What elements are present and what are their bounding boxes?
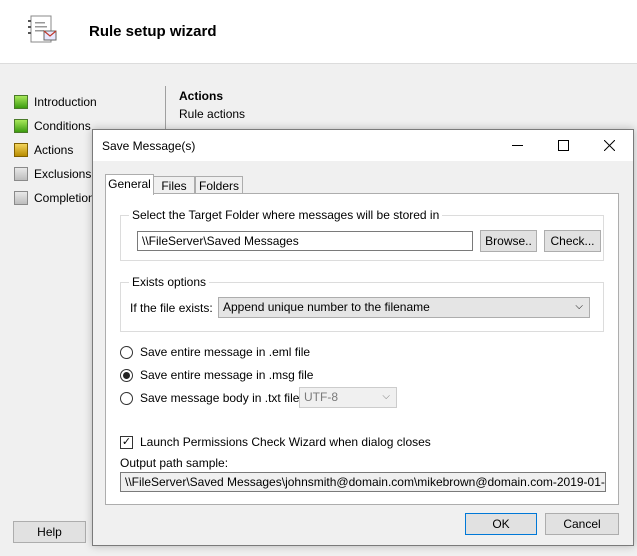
radio-save-txt[interactable]: Save message body in .txt file in xyxy=(120,391,312,405)
output-sample-field[interactable]: \\FileServer\Saved Messages\johnsmith@do… xyxy=(120,472,606,492)
target-folder-input[interactable]: \\FileServer\Saved Messages xyxy=(137,231,473,251)
maximize-icon xyxy=(557,140,569,151)
radio-button[interactable] xyxy=(120,368,133,382)
chevron-down-icon: ⌵ xyxy=(575,301,583,312)
browse-button[interactable]: Browse.. xyxy=(480,230,537,252)
step-label: Exclusions xyxy=(34,167,92,181)
tab-general[interactable]: General xyxy=(105,174,154,195)
tab-folders[interactable]: Folders xyxy=(195,176,243,194)
step-label: Conditions xyxy=(34,119,91,133)
encoding-select[interactable]: UTF-8 ⌵ xyxy=(299,387,397,408)
ok-button[interactable]: OK xyxy=(465,513,537,535)
step-done-icon xyxy=(14,119,28,133)
step-actions: Actions xyxy=(14,138,97,162)
step-exclusions: Exclusions xyxy=(14,162,97,186)
save-messages-dialog: Save Message(s) General Files Folders Se… xyxy=(92,129,634,546)
target-folder-group-label: Select the Target Folder where messages … xyxy=(129,208,443,222)
wizard-title: Rule setup wizard xyxy=(89,23,217,40)
section-title: Actions xyxy=(179,89,224,103)
wizard-header: Rule setup wizard xyxy=(0,0,637,64)
radio-save-msg[interactable]: Save entire message in .msg file xyxy=(120,368,313,382)
wizard-steps: Introduction Conditions Actions Exclusio… xyxy=(14,90,97,210)
radio-label: Save message body in .txt file in xyxy=(140,391,313,405)
exists-options-group: Exists options If the file exists: Appen… xyxy=(120,275,604,332)
radio-label: Save entire message in .eml file xyxy=(140,345,311,359)
cancel-button[interactable]: Cancel xyxy=(545,513,619,535)
output-sample-label: Output path sample: xyxy=(120,456,229,470)
radio-save-eml[interactable]: Save entire message in .eml file xyxy=(120,345,310,359)
wizard-document-icon xyxy=(28,15,57,43)
radio-label: Save entire message in .msg file xyxy=(140,368,314,382)
general-tab-panel: Select the Target Folder where messages … xyxy=(105,193,619,505)
step-label: Introduction xyxy=(34,95,97,109)
exists-label: If the file exists: xyxy=(130,301,213,315)
dialog-title: Save Message(s) xyxy=(102,139,196,153)
tab-files[interactable]: Files xyxy=(153,176,195,194)
exists-option-select[interactable]: Append unique number to the filename ⌵ xyxy=(218,297,590,318)
step-todo-icon xyxy=(14,167,28,181)
encoding-value: UTF-8 xyxy=(304,390,338,404)
step-label: Completion xyxy=(34,191,95,205)
launch-permissions-label: Launch Permissions Check Wizard when dia… xyxy=(140,435,431,449)
exists-option-value: Append unique number to the filename xyxy=(223,300,430,314)
step-introduction: Introduction xyxy=(14,90,97,114)
dialog-titlebar[interactable]: Save Message(s) xyxy=(93,130,633,161)
target-folder-group: Select the Target Folder where messages … xyxy=(120,208,604,261)
step-conditions: Conditions xyxy=(14,114,97,138)
close-icon xyxy=(603,140,615,151)
minimize-button[interactable] xyxy=(494,130,540,161)
section-subtitle: Rule actions xyxy=(179,107,246,121)
step-todo-icon xyxy=(14,191,28,205)
step-label: Actions xyxy=(34,143,74,157)
close-button[interactable] xyxy=(586,130,632,161)
chevron-down-icon: ⌵ xyxy=(382,391,390,402)
minimize-icon xyxy=(511,145,523,146)
launch-permissions-check[interactable]: ✓ Launch Permissions Check Wizard when d… xyxy=(120,435,431,449)
checkmark-icon[interactable]: ✓ xyxy=(120,435,133,449)
radio-button[interactable] xyxy=(120,345,133,359)
step-done-icon xyxy=(14,95,28,109)
steps-divider xyxy=(165,86,166,134)
check-button[interactable]: Check... xyxy=(544,230,601,252)
help-button[interactable]: Help xyxy=(13,521,86,543)
step-completion: Completion xyxy=(14,186,97,210)
step-current-icon xyxy=(14,143,28,157)
exists-options-group-label: Exists options xyxy=(129,275,210,289)
maximize-button[interactable] xyxy=(540,130,586,161)
radio-button[interactable] xyxy=(120,391,133,405)
